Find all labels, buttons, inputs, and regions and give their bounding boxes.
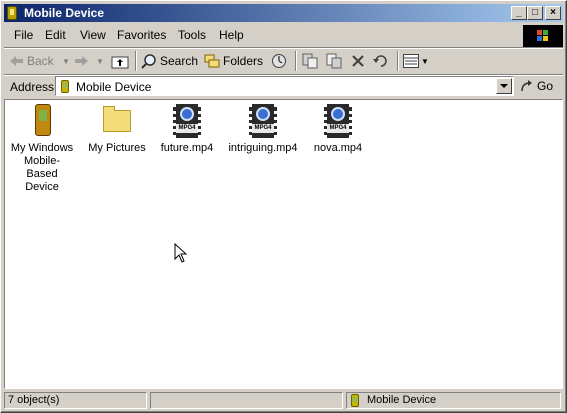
chevron-down-icon — [500, 84, 508, 88]
mobile-device-icon — [35, 104, 51, 136]
go-label: Go — [537, 79, 554, 93]
history-button[interactable] — [270, 51, 290, 71]
status-empty-panel — [150, 392, 343, 409]
menu-favorites[interactable]: Favorites — [117, 28, 166, 42]
item-label: future.mp4 — [160, 142, 214, 154]
toolbar-separator — [397, 51, 399, 71]
mp4-file-icon: MPG4 — [249, 104, 277, 138]
window-title: Mobile Device — [24, 6, 105, 20]
folder-icon — [103, 106, 131, 132]
windows-flag-icon — [537, 30, 549, 42]
back-button[interactable]: Back ▼ — [10, 51, 70, 71]
list-item[interactable]: MPG4 intriguing.mp4 — [226, 104, 300, 155]
move-to-button[interactable] — [301, 51, 321, 71]
item-label: My Pictures — [88, 142, 146, 154]
menu-file[interactable]: File — [14, 28, 33, 42]
menu-bar: File Edit View Favorites Tools Help — [4, 24, 524, 46]
views-button[interactable]: ▼ — [403, 51, 431, 71]
delete-icon — [352, 55, 364, 67]
mobile-device-icon — [61, 80, 69, 93]
undo-button[interactable] — [372, 51, 392, 71]
search-label: Search — [160, 54, 199, 68]
standard-toolbar: Back ▼ ▼ Search Folders ▼ — [4, 49, 563, 73]
copy-to-button[interactable] — [325, 51, 345, 71]
maximize-button[interactable]: □ — [527, 6, 543, 20]
folders-icon — [204, 54, 220, 68]
menu-edit[interactable]: Edit — [45, 28, 66, 42]
list-item[interactable]: My Windows Mobile-Based Device — [5, 104, 79, 194]
toolbar-separator — [135, 51, 137, 71]
address-bar: Address Mobile Device Go — [4, 76, 563, 98]
mobile-device-icon — [7, 6, 17, 20]
chevron-down-icon: ▼ — [421, 57, 429, 66]
search-icon — [141, 54, 156, 69]
up-folder-icon — [111, 56, 129, 69]
back-icon — [10, 56, 23, 66]
forward-button[interactable]: ▼ — [74, 51, 106, 71]
folders-label: Folders — [223, 54, 264, 68]
address-field[interactable]: Mobile Device — [55, 76, 514, 96]
move-to-icon — [302, 53, 318, 69]
chevron-down-icon: ▼ — [96, 57, 104, 66]
file-list-view[interactable]: My Windows Mobile-Based Device My Pictur… — [4, 99, 563, 389]
status-zone: Mobile Device — [346, 392, 561, 409]
address-label: Address — [10, 80, 55, 94]
close-button[interactable]: × — [545, 6, 561, 20]
menu-help[interactable]: Help — [219, 28, 244, 42]
folders-button[interactable]: Folders — [204, 51, 264, 71]
address-dropdown-button[interactable] — [496, 78, 512, 94]
status-zone-label: Mobile Device — [367, 394, 437, 406]
list-item[interactable]: MPG4 nova.mp4 — [301, 104, 375, 155]
history-icon — [272, 54, 286, 68]
menu-view[interactable]: View — [80, 28, 106, 42]
status-bar: 7 object(s) Mobile Device — [4, 391, 563, 410]
minimize-button[interactable]: _ — [511, 6, 527, 20]
delete-button[interactable] — [349, 51, 369, 71]
mouse-cursor-icon — [174, 243, 187, 263]
forward-icon — [75, 56, 88, 66]
mobile-device-icon — [351, 394, 359, 407]
item-label: My Windows Mobile-Based Device — [10, 142, 74, 193]
item-label: intriguing.mp4 — [228, 142, 298, 154]
up-button[interactable] — [110, 51, 130, 71]
title-bar[interactable]: Mobile Device _ □ × — [4, 4, 563, 22]
chevron-down-icon: ▼ — [62, 57, 70, 66]
mp4-file-icon: MPG4 — [324, 104, 352, 138]
back-label: Back — [27, 54, 54, 68]
explorer-window: Mobile Device _ □ × File Edit View Favor… — [0, 0, 567, 413]
list-item[interactable]: My Pictures — [80, 104, 154, 155]
item-label: nova.mp4 — [313, 142, 363, 154]
mp4-file-icon: MPG4 — [173, 104, 201, 138]
address-value[interactable]: Mobile Device — [76, 80, 151, 94]
menu-tools[interactable]: Tools — [178, 28, 206, 42]
windows-logo — [523, 25, 563, 47]
status-object-count: 7 object(s) — [4, 392, 147, 409]
go-arrow-icon — [521, 80, 532, 92]
views-icon — [403, 54, 419, 68]
copy-to-icon — [326, 53, 342, 69]
list-item[interactable]: MPG4 future.mp4 — [150, 104, 224, 155]
toolbar-separator — [295, 51, 297, 71]
undo-icon — [373, 55, 387, 67]
search-button[interactable]: Search — [141, 51, 199, 71]
